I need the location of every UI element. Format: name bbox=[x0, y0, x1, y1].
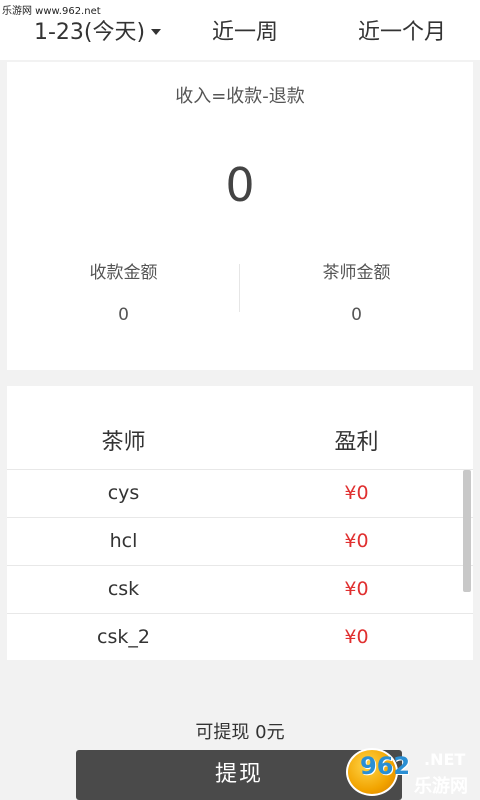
income-formula: 收入=收款-退款 bbox=[175, 86, 305, 107]
logo-brand: 962 bbox=[360, 752, 411, 780]
profit-value: ¥0 bbox=[344, 530, 369, 552]
profit-table: 茶师 盈利 cys ¥0 hcl ¥0 csk ¥0 csk_2 ¥0 bbox=[7, 386, 473, 660]
profit-value: ¥0 bbox=[344, 482, 369, 504]
profit-value: ¥0 bbox=[344, 578, 369, 600]
tab-week[interactable]: 近一周 bbox=[212, 14, 278, 46]
table-row[interactable]: hcl ¥0 bbox=[7, 518, 473, 566]
tea-master-amount-stat: 茶师金额 0 bbox=[240, 258, 473, 325]
scrollbar[interactable] bbox=[463, 470, 471, 592]
received-amount-label: 收款金额 bbox=[89, 263, 158, 283]
logo-domain: .NET bbox=[424, 750, 466, 769]
logo-sub: 乐游网 bbox=[414, 776, 468, 797]
tea-master-name: cys bbox=[107, 482, 140, 504]
tea-master-name: csk bbox=[107, 578, 140, 600]
tab-month[interactable]: 近一个月 bbox=[358, 14, 446, 46]
table-row[interactable]: cys ¥0 bbox=[7, 470, 473, 518]
received-amount-stat: 收款金额 0 bbox=[7, 258, 240, 325]
tab-today[interactable]: 1-23(今天) bbox=[34, 14, 162, 46]
income-total: 0 bbox=[225, 158, 255, 212]
site-logo: 962 .NET 乐游网 bbox=[340, 744, 480, 800]
income-summary-card: 收入=收款-退款 0 收款金额 0 茶师金额 0 bbox=[7, 62, 473, 370]
tea-master-amount-label: 茶师金额 bbox=[322, 263, 391, 283]
received-amount-value: 0 bbox=[118, 305, 129, 325]
tea-master-name: hcl bbox=[109, 530, 138, 552]
watermark-text: 乐游网 www.962.net bbox=[2, 6, 101, 17]
tab-today-label: 1-23(今天) bbox=[34, 20, 146, 45]
profit-value: ¥0 bbox=[344, 626, 369, 648]
table-row[interactable]: csk_2 ¥0 bbox=[7, 614, 473, 660]
profit-table-header: 茶师 盈利 bbox=[7, 386, 473, 470]
column-header-profit: 盈利 bbox=[334, 430, 379, 455]
table-row[interactable]: csk ¥0 bbox=[7, 566, 473, 614]
caret-down-icon bbox=[151, 29, 162, 35]
tea-master-amount-value: 0 bbox=[351, 305, 362, 325]
tea-master-name: csk_2 bbox=[97, 626, 150, 648]
column-header-tea-master: 茶师 bbox=[101, 430, 146, 455]
profit-table-rows[interactable]: cys ¥0 hcl ¥0 csk ¥0 csk_2 ¥0 bbox=[7, 470, 473, 660]
withdrawable-amount: 可提现 0元 bbox=[195, 722, 285, 743]
